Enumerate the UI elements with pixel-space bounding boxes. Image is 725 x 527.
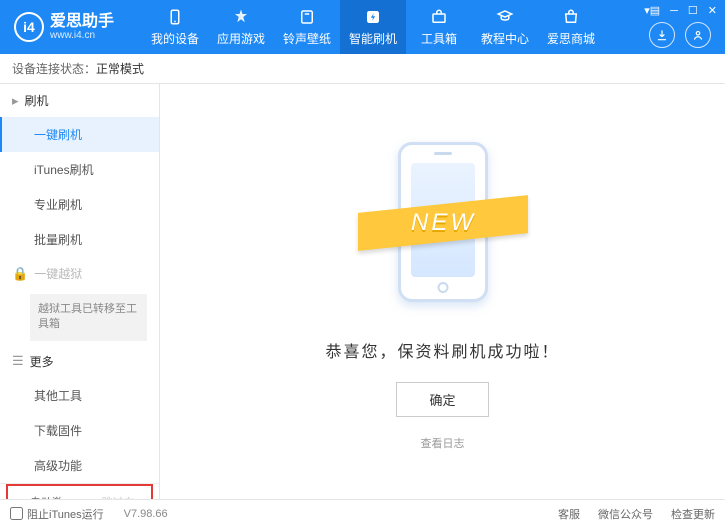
- app-name: 爱思助手: [50, 13, 114, 31]
- nav-my-device[interactable]: 我的设备: [142, 0, 208, 54]
- lock-icon: 🔒: [12, 266, 28, 282]
- toolbox-icon: [429, 7, 449, 27]
- footer-link-wechat[interactable]: 微信公众号: [598, 506, 653, 522]
- connection-status-bar: 设备连接状态： 正常模式: [0, 54, 725, 84]
- app-logo: i4 爱思助手 www.i4.cn: [8, 12, 114, 42]
- sidebar-item-oneclick-flash[interactable]: 一键刷机: [0, 117, 159, 152]
- success-message: 恭喜您，保资料刷机成功啦！: [325, 338, 559, 362]
- jailbreak-notice: 越狱工具已转移至工具箱: [30, 294, 147, 341]
- view-log-link[interactable]: 查看日志: [421, 435, 465, 451]
- sidebar-item-advanced[interactable]: 高级功能: [0, 448, 159, 483]
- version-label: V7.98.66: [124, 508, 168, 520]
- sidebar-group-flash[interactable]: ▸ 刷机: [0, 84, 159, 117]
- nav-toolbox[interactable]: 工具箱: [406, 0, 472, 54]
- store-icon: [561, 7, 581, 27]
- nav-tutorial[interactable]: 教程中心: [472, 0, 538, 54]
- device-icon: [165, 7, 185, 27]
- sidebar-item-other-tools[interactable]: 其他工具: [0, 378, 159, 413]
- sidebar-item-pro-flash[interactable]: 专业刷机: [0, 187, 159, 222]
- user-button[interactable]: [685, 22, 711, 48]
- sidebar-item-download-firmware[interactable]: 下载固件: [0, 413, 159, 448]
- footer-link-support[interactable]: 客服: [558, 506, 580, 522]
- nav-ringtone[interactable]: 铃声壁纸: [274, 0, 340, 54]
- checkbox-skip-wizard[interactable]: 跳过向导: [86, 494, 146, 499]
- nav-flash[interactable]: 智能刷机: [340, 0, 406, 54]
- ok-button[interactable]: 确定: [396, 382, 488, 417]
- minimize-button[interactable]: ─: [670, 5, 678, 17]
- footer-link-update[interactable]: 检查更新: [671, 506, 715, 522]
- tutorial-icon: [495, 7, 515, 27]
- status-label: 设备连接状态：: [12, 60, 96, 77]
- success-illustration: NEW: [368, 132, 518, 322]
- flash-group-icon: ▸: [12, 93, 19, 109]
- top-nav: 我的设备 应用游戏 铃声壁纸 智能刷机 工具箱 教程中心 爱思商城: [142, 0, 604, 54]
- nav-apps[interactable]: 应用游戏: [208, 0, 274, 54]
- ringtone-icon: [297, 7, 317, 27]
- footer: 阻止iTunes运行 V7.98.66 客服 微信公众号 检查更新: [0, 499, 725, 527]
- sidebar-item-batch-flash[interactable]: 批量刷机: [0, 222, 159, 257]
- main-content: NEW 恭喜您，保资料刷机成功啦！ 确定 查看日志: [160, 84, 725, 499]
- titlebar: i4 爱思助手 www.i4.cn 我的设备 应用游戏 铃声壁纸 智能刷机 工具…: [0, 0, 725, 54]
- block-itunes-input[interactable]: [10, 507, 23, 520]
- checkbox-block-itunes[interactable]: 阻止iTunes运行: [10, 506, 104, 522]
- sidebar-item-itunes-flash[interactable]: iTunes刷机: [0, 152, 159, 187]
- close-button[interactable]: ✕: [708, 4, 717, 17]
- sidebar: ▸ 刷机 一键刷机 iTunes刷机 专业刷机 批量刷机 🔒 一键越狱 越狱工具…: [0, 84, 160, 499]
- highlighted-options-box: 自动激活 跳过向导: [6, 484, 153, 499]
- more-icon: ☰: [12, 353, 24, 369]
- app-icon: [231, 7, 251, 27]
- status-value: 正常模式: [96, 60, 144, 77]
- download-button[interactable]: [649, 22, 675, 48]
- logo-icon: i4: [14, 12, 44, 42]
- maximize-button[interactable]: ☐: [688, 4, 698, 17]
- app-url: www.i4.cn: [50, 30, 114, 41]
- sidebar-group-more[interactable]: ☰ 更多: [0, 345, 159, 378]
- flash-icon: [363, 7, 383, 27]
- sidebar-group-jailbreak: 🔒 一键越狱: [0, 257, 159, 290]
- nav-store[interactable]: 爱思商城: [538, 0, 604, 54]
- window-controls: ▾▤ ─ ☐ ✕: [644, 4, 717, 17]
- menu-icon[interactable]: ▾▤: [644, 4, 660, 17]
- checkbox-auto-activate[interactable]: 自动激活: [14, 494, 74, 499]
